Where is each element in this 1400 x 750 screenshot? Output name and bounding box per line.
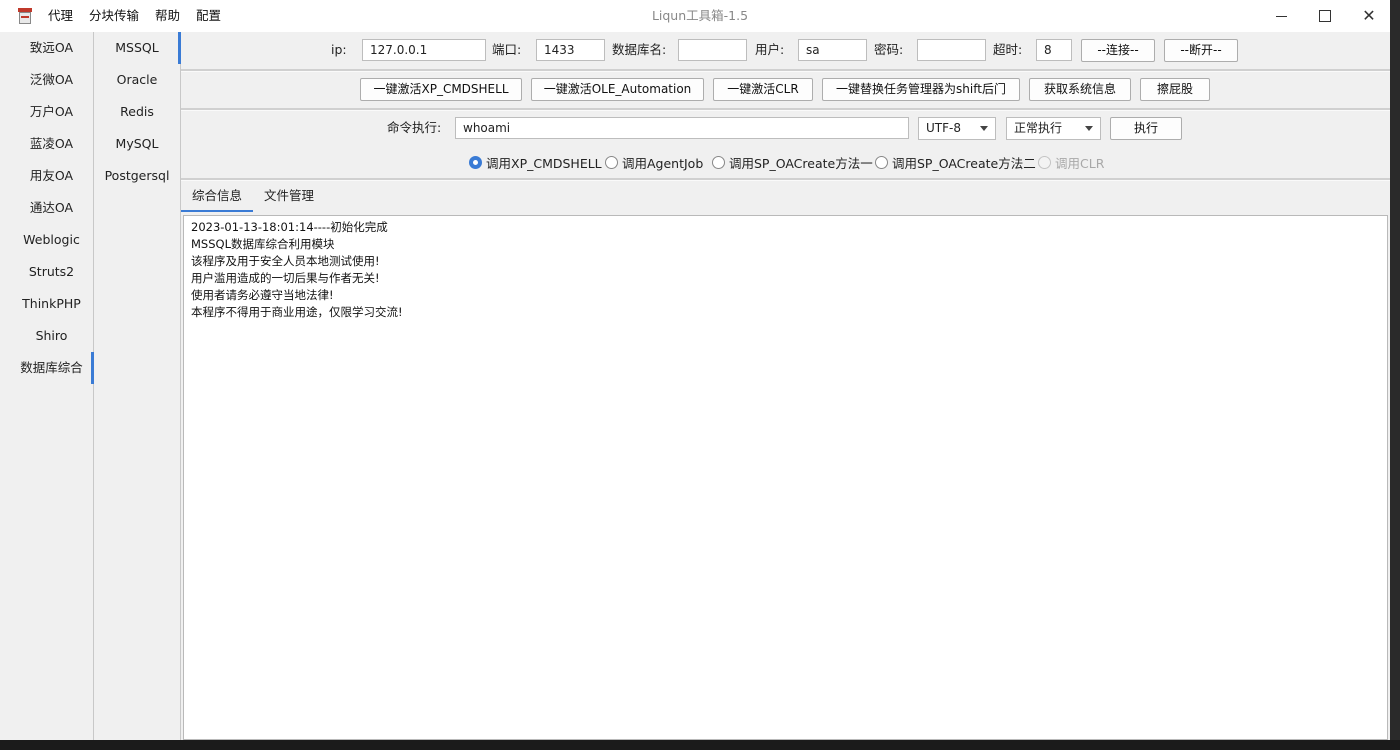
divider (181, 108, 1390, 111)
timeout-label: 超时: (993, 42, 1023, 57)
sidebar-item-seeyon-oa[interactable]: 致远OA (10, 32, 93, 64)
sidebar-categories: 致远OA 泛微OA 万户OA 蓝凌OA 用友OA 通达OA Weblogic S… (10, 32, 94, 740)
maximize-button[interactable] (1302, 0, 1348, 32)
radio-disabled-icon (1038, 155, 1051, 169)
divider (181, 178, 1390, 181)
sidebar-item-yonyou-oa[interactable]: 用友OA (10, 160, 93, 192)
clean-traces-button[interactable]: 擦屁股 (1140, 78, 1210, 101)
chevron-down-icon (1085, 126, 1093, 131)
ip-label: ip: (331, 42, 347, 57)
log-line: 用户滥用造成的一切后果与作者无关! (191, 271, 380, 285)
menu-chunked-transfer[interactable]: 分块传输 (81, 0, 147, 32)
sidebar-item-tongda-oa[interactable]: 通达OA (10, 192, 93, 224)
maximize-icon (1319, 10, 1331, 22)
title-bar: 代理 分块传输 帮助 配置 Liqun工具箱-1.5 ✕ (0, 0, 1390, 32)
log-line: 该程序及用于安全人员本地测试使用! (191, 254, 380, 268)
sidebar-item-mysql[interactable]: MySQL (94, 128, 180, 160)
menu-bar: 代理 分块传输 帮助 配置 (40, 0, 229, 32)
radio-checked-icon (469, 155, 482, 169)
enable-xp-cmdshell-button[interactable]: 一键激活XP_CMDSHELL (360, 78, 522, 101)
connect-button[interactable]: --连接-- (1081, 39, 1155, 62)
encoding-select[interactable]: UTF-8 (918, 117, 996, 140)
timeout-input[interactable] (1036, 39, 1072, 61)
enable-ole-automation-button[interactable]: 一键激活OLE_Automation (531, 78, 704, 101)
radio-sp-oacreate-2[interactable]: 调用SP_OACreate方法二 (875, 152, 1036, 172)
exec-mode-select[interactable]: 正常执行 (1006, 117, 1101, 140)
command-input[interactable] (455, 117, 909, 139)
sidebar-item-landray-oa[interactable]: 蓝凌OA (10, 128, 93, 160)
tab-overview[interactable]: 综合信息 (181, 180, 253, 212)
divider (181, 69, 1390, 72)
ip-input[interactable] (362, 39, 486, 61)
sidebar-item-struts2[interactable]: Struts2 (10, 256, 93, 288)
sidebar-item-wanhu-oa[interactable]: 万户OA (10, 96, 93, 128)
radio-label: 调用SP_OACreate方法二 (892, 155, 1036, 171)
sidebar-item-mssql[interactable]: MSSQL (94, 32, 181, 64)
radio-agentjob[interactable]: 调用AgentJob (605, 152, 703, 172)
sidebar-item-redis[interactable]: Redis (94, 96, 180, 128)
app-window: 代理 分块传输 帮助 配置 Liqun工具箱-1.5 ✕ 致远OA 泛微OA 万… (0, 0, 1391, 740)
tab-file-manager[interactable]: 文件管理 (253, 180, 325, 212)
dbname-input[interactable] (678, 39, 747, 61)
radio-label: 调用CLR (1055, 155, 1105, 171)
chevron-down-icon (980, 126, 988, 131)
menu-help[interactable]: 帮助 (147, 0, 188, 32)
radio-sp-oacreate-1[interactable]: 调用SP_OACreate方法一 (712, 152, 873, 172)
sidebar-item-thinkphp[interactable]: ThinkPHP (10, 288, 93, 320)
log-line: MSSQL数据库综合利用模块 (191, 237, 335, 251)
system-info-button[interactable]: 获取系统信息 (1029, 78, 1131, 101)
close-button[interactable]: ✕ (1346, 0, 1390, 32)
app-icon (18, 8, 32, 25)
log-line: 2023-01-13-18:01:14----初始化完成 (191, 220, 388, 234)
encoding-value: UTF-8 (926, 121, 961, 135)
shift-backdoor-button[interactable]: 一键替换任务管理器为shift后门 (822, 78, 1020, 101)
port-label: 端口: (492, 42, 522, 57)
radio-label: 调用AgentJob (622, 155, 704, 171)
user-label: 用户: (755, 42, 785, 57)
main-content: ip: 端口: 数据库名: 用户: 密码: 超时: --连接-- --断开-- … (181, 32, 1390, 740)
sidebar-item-oracle[interactable]: Oracle (94, 64, 180, 96)
sidebar-databases: MSSQL Oracle Redis MySQL Postgersql (94, 32, 181, 740)
radio-xp-cmdshell[interactable]: 调用XP_CMDSHELL (469, 152, 602, 172)
close-icon: ✕ (1362, 6, 1376, 25)
radio-label: 调用SP_OACreate方法一 (729, 155, 873, 171)
user-input[interactable] (798, 39, 867, 61)
sidebar-item-weblogic[interactable]: Weblogic (10, 224, 93, 256)
background-content (0, 740, 1400, 750)
radio-unchecked-icon (605, 155, 618, 169)
minimize-button[interactable] (1258, 0, 1304, 32)
sidebar-item-database[interactable]: 数据库综合 (10, 352, 94, 384)
minimize-icon (1275, 15, 1287, 17)
log-output[interactable]: 2023-01-13-18:01:14----初始化完成 MSSQL数据库综合利… (183, 215, 1388, 740)
command-label: 命令执行: (387, 120, 442, 135)
port-input[interactable] (536, 39, 605, 61)
sidebar-item-shiro[interactable]: Shiro (10, 320, 93, 352)
radio-clr: 调用CLR (1038, 152, 1104, 172)
disconnect-button[interactable]: --断开-- (1164, 39, 1238, 62)
sidebar-item-postgresql[interactable]: Postgersql (94, 160, 180, 192)
password-label: 密码: (874, 42, 904, 57)
exec-mode-value: 正常执行 (1014, 121, 1063, 135)
menu-proxy[interactable]: 代理 (40, 0, 81, 32)
log-line: 本程序不得用于商业用途，仅限学习交流! (191, 305, 403, 319)
background-edge (1390, 0, 1400, 740)
radio-unchecked-icon (712, 155, 725, 169)
enable-clr-button[interactable]: 一键激活CLR (713, 78, 813, 101)
sidebar-item-weaver-oa[interactable]: 泛微OA (10, 64, 93, 96)
radio-unchecked-icon (875, 155, 888, 169)
radio-label: 调用XP_CMDSHELL (486, 155, 602, 171)
password-input[interactable] (917, 39, 986, 61)
menu-config[interactable]: 配置 (188, 0, 229, 32)
dbname-label: 数据库名: (612, 42, 667, 57)
log-line: 使用者请务必遵守当地法律! (191, 288, 334, 302)
execute-button[interactable]: 执行 (1110, 117, 1182, 140)
